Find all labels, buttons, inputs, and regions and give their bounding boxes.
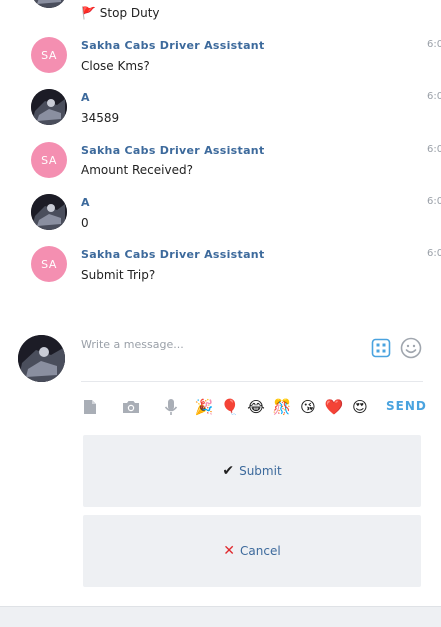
message-time: 6:0	[427, 248, 441, 259]
flag-icon: 🚩	[81, 6, 96, 20]
message-item: A 6:0 34589	[0, 89, 441, 141]
apps-grid-icon[interactable]	[371, 338, 391, 358]
message-time: 6:0	[427, 144, 441, 155]
submit-reply-button[interactable]: ✔ Submit	[83, 435, 421, 507]
message-item: SA Sakha Cabs Driver Assistant 6:0 Close…	[0, 37, 441, 89]
heart-eyes-emoji[interactable]: 😍	[350, 397, 370, 417]
message-time: 6:0	[427, 39, 441, 50]
message-sender: A	[81, 196, 90, 209]
confetti-emoji[interactable]: 🎊	[272, 397, 292, 417]
party-popper-emoji[interactable]: 🎉	[194, 397, 214, 417]
message-sender: A	[81, 91, 90, 104]
user-avatar	[31, 0, 67, 8]
composer-avatar	[18, 335, 65, 382]
message-text: Amount Received?	[81, 163, 193, 177]
message-sender: Sakha Cabs Driver Assistant	[81, 39, 265, 52]
footer-bar	[0, 606, 441, 627]
message-input[interactable]	[81, 334, 361, 354]
user-avatar	[31, 89, 67, 125]
kiss-emoji[interactable]: 😘	[298, 397, 318, 417]
checkmark-icon: ✔	[222, 463, 235, 479]
message-item: 🚩 Stop Duty	[0, 0, 441, 24]
message-text: 34589	[81, 111, 120, 125]
composer-divider	[81, 381, 423, 382]
cancel-reply-button[interactable]: ✕ Cancel	[83, 515, 421, 587]
message-time: 6:0	[427, 91, 441, 102]
microphone-icon[interactable]	[160, 396, 182, 418]
send-button[interactable]: SEND	[386, 399, 427, 413]
smiley-icon[interactable]	[400, 337, 422, 359]
reply-label: Submit	[239, 464, 282, 478]
bot-avatar: SA	[31, 37, 67, 73]
message-text: Close Kms?	[81, 59, 150, 73]
message-item: A 6:0 0	[0, 194, 441, 246]
message-text: Submit Trip?	[81, 268, 156, 282]
message-text: 🚩 Stop Duty	[81, 6, 160, 20]
message-sender: Sakha Cabs Driver Assistant	[81, 144, 265, 157]
camera-icon[interactable]	[120, 396, 142, 418]
heart-emoji[interactable]: ❤️	[324, 397, 344, 417]
reply-label: Cancel	[240, 544, 281, 558]
message-sender: Sakha Cabs Driver Assistant	[81, 248, 265, 261]
message-item: SA Sakha Cabs Driver Assistant 6:0 Amoun…	[0, 142, 441, 194]
balloon-emoji[interactable]: 🎈	[220, 397, 240, 417]
message-item: SA Sakha Cabs Driver Assistant 6:0 Submi…	[0, 246, 441, 298]
bot-avatar: SA	[31, 246, 67, 282]
laughing-emoji[interactable]: 😂	[246, 397, 266, 417]
attach-file-icon[interactable]	[79, 396, 101, 418]
bot-avatar: SA	[31, 142, 67, 178]
message-time: 6:0	[427, 196, 441, 207]
message-text-content: Stop Duty	[99, 6, 160, 20]
cross-icon: ✕	[223, 543, 236, 559]
message-text: 0	[81, 216, 89, 230]
user-avatar	[31, 194, 67, 230]
message-list: 🚩 Stop Duty SA Sakha Cabs Driver Assista…	[0, 0, 441, 300]
